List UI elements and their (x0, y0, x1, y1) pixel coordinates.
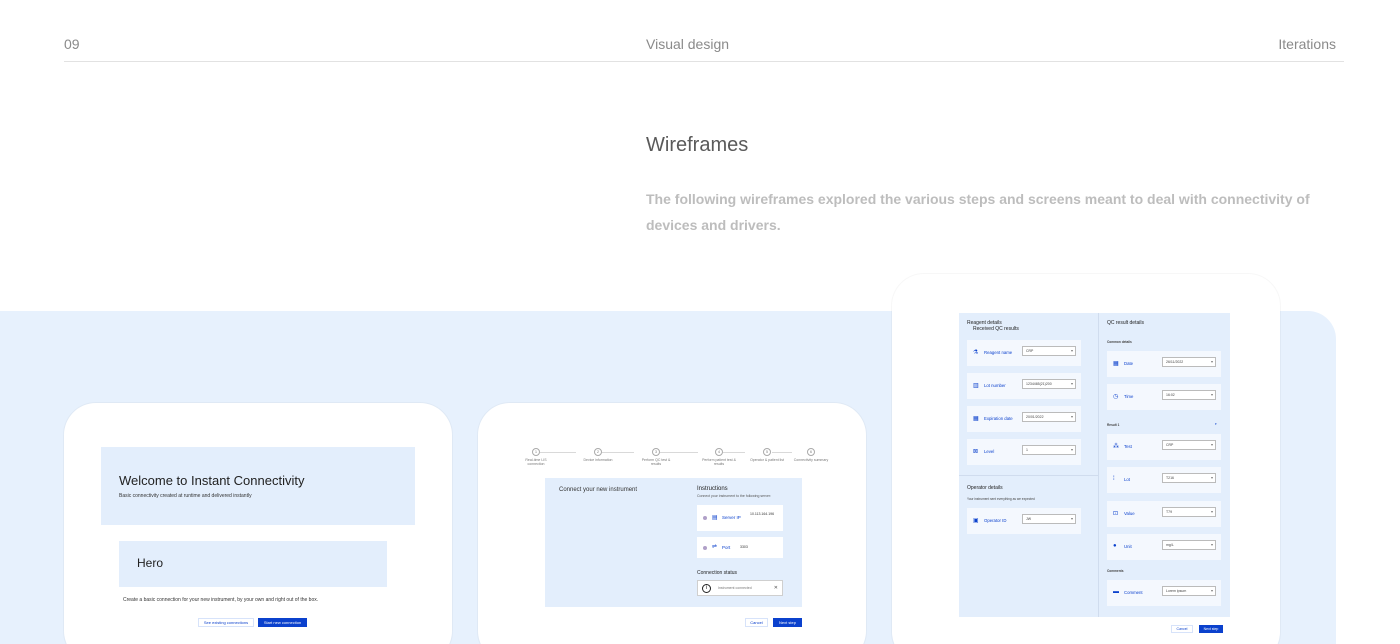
port-field[interactable]: ⇌ Port 3303 (697, 537, 783, 558)
date-row[interactable]: ▦ Date 26/11/2022 (1107, 351, 1221, 377)
test-select[interactable]: CRP (1162, 440, 1216, 450)
qc-result-details-title: QC result details (1107, 320, 1144, 326)
expiration-date-row[interactable]: ▦ Expiration date 20/01/2022 (967, 406, 1081, 432)
drop-icon: ● (1113, 543, 1117, 549)
step-1[interactable]: 1 Real-time LIS connection (518, 448, 554, 466)
hero-secondary-title: Hero (137, 556, 164, 570)
status-dot (703, 546, 707, 550)
comments-title: Comments (1107, 569, 1124, 573)
connect-panel: Connect your new instrument Instructions… (545, 478, 802, 607)
qc-panel: Reagent details Received QC results ⚗ Re… (959, 313, 1230, 617)
barcode-icon: ▥ (973, 383, 979, 389)
calendar-icon: ▦ (973, 416, 979, 422)
step-2[interactable]: 2 Device information (580, 448, 616, 462)
test-row[interactable]: ⁂ Test CRP (1107, 434, 1221, 460)
chevron-down-icon[interactable]: ▾ (1215, 422, 1217, 426)
received-qc-title: Received QC results (973, 326, 1019, 332)
close-icon[interactable]: ✕ (774, 585, 778, 591)
step-4[interactable]: 4 Perform patient test & results (701, 448, 737, 466)
clock-icon: ◷ (1113, 394, 1119, 400)
next-step-button[interactable]: Next step (773, 618, 802, 627)
column-divider (1098, 313, 1099, 617)
hero-secondary: Hero (119, 541, 387, 587)
server-icon: ▤ (712, 515, 718, 521)
step-3[interactable]: 3 Perform QC test & results (638, 448, 674, 466)
stepper: 1 Real-time LIS connection 2 Device info… (518, 448, 828, 468)
step-5[interactable]: 5 Operator & patient list (749, 448, 785, 462)
info-icon: i (702, 584, 711, 593)
operator-details-title: Operator details (967, 485, 1003, 491)
instructions-title: Instructions (697, 486, 728, 492)
lot-icon: ⁞ (1113, 476, 1115, 482)
reagent-name-select[interactable]: CRP (1022, 346, 1076, 356)
start-connection-button[interactable]: Start new connection (258, 618, 307, 627)
hero-banner: Welcome to Instant Connectivity Basic co… (101, 447, 415, 525)
server-ip-value: 10.113.164.196 (750, 512, 775, 516)
step-6[interactable]: 6 Connectivity summary (793, 448, 829, 462)
page-description: The following wireframes explored the va… (646, 191, 1310, 233)
expiration-date-select[interactable]: 20/01/2022 (1022, 412, 1076, 422)
section-name: Visual design (646, 36, 730, 52)
reagent-icon: ⚗ (973, 350, 979, 356)
connection-status-title: Connection status (697, 570, 738, 576)
cancel-button[interactable]: Cancel (1171, 625, 1193, 633)
id-card-icon: ▣ (973, 518, 979, 524)
lot-number-row[interactable]: ▥ Lot number 1234465(21)200 (967, 373, 1081, 399)
level-icon: ⊠ (973, 449, 979, 455)
time-row[interactable]: ◷ Time 16:02 (1107, 384, 1221, 410)
operator-id-row[interactable]: ▣ Operator ID JW (967, 508, 1081, 534)
lot-row[interactable]: ⁞ Lot T216 (1107, 467, 1221, 493)
intro-text: Create a basic connection for your new i… (123, 597, 319, 603)
level-select[interactable]: 1 (1022, 445, 1076, 455)
comment-input[interactable]: Lorem ipsum (1162, 586, 1216, 596)
date-select[interactable]: 26/11/2022 (1162, 357, 1216, 367)
port-label: Port (722, 545, 731, 550)
port-value: 3303 (740, 545, 748, 549)
wireframe-qc-card: Reagent details Received QC results ⚗ Re… (892, 274, 1280, 644)
value-row[interactable]: ⊡ Value T79 (1107, 501, 1221, 527)
connection-status-text: Instrument connected (718, 586, 752, 590)
level-row[interactable]: ⊠ Level 1 (967, 439, 1081, 465)
connection-status: i Instrument connected ✕ (697, 580, 783, 596)
result-1-title: Result 1 (1107, 423, 1120, 427)
page-title: Wireframes (646, 134, 749, 156)
lot-number-select[interactable]: 1234465(21)200 (1022, 379, 1076, 389)
common-details-title: Common details (1107, 340, 1132, 344)
section-divider (959, 475, 1098, 476)
instructions-subtitle: Connect your instrument to the following… (697, 494, 772, 498)
comment-icon: ▬ (1113, 589, 1119, 595)
reagent-name-row[interactable]: ⚗ Reagent name CRP (967, 340, 1081, 366)
subsection-name: Iterations (1278, 36, 1336, 52)
see-connections-button[interactable]: See existing connections (198, 618, 254, 627)
value-icon: ⊡ (1113, 511, 1119, 517)
comment-row[interactable]: ▬ Comment Lorem ipsum (1107, 580, 1221, 606)
next-step-button[interactable]: Next step (1199, 625, 1223, 633)
connect-title: Connect your new instrument (559, 487, 638, 493)
operator-id-select[interactable]: JW (1022, 514, 1076, 524)
calendar-icon: ▦ (1113, 361, 1119, 367)
operator-details-subtitle: Your instrument sent everything as we ex… (967, 497, 1035, 501)
value-select[interactable]: T79 (1162, 507, 1216, 517)
unit-select[interactable]: mg/L (1162, 540, 1216, 550)
unit-row[interactable]: ● Unit mg/L (1107, 534, 1221, 560)
wireframe-connect-card: 1 Real-time LIS connection 2 Device info… (478, 403, 866, 644)
port-icon: ⇌ (712, 544, 718, 550)
cancel-button[interactable]: Cancel (745, 618, 768, 627)
test-icon: ⁂ (1113, 444, 1119, 450)
hero-title: Welcome to Instant Connectivity (119, 473, 305, 488)
time-select[interactable]: 16:02 (1162, 390, 1216, 400)
server-ip-field[interactable]: ▤ Server IP 10.113.164.196 (697, 505, 783, 531)
lot-select[interactable]: T216 (1162, 473, 1216, 483)
wireframe-welcome-card: Welcome to Instant Connectivity Basic co… (64, 403, 452, 644)
section-number: 09 (64, 36, 80, 52)
server-ip-label: Server IP (722, 515, 741, 520)
hero-subtitle: Basic connectivity created at runtime an… (119, 493, 252, 499)
section-header: 09 Visual design Iterations (64, 0, 1344, 62)
status-dot (703, 516, 707, 520)
